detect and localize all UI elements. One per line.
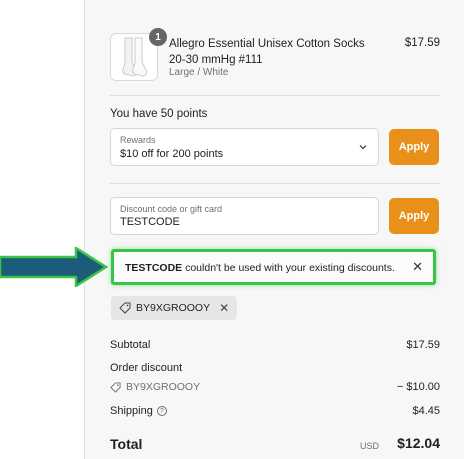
shipping-value: $4.45 [412,405,440,417]
discount-code-input[interactable] [120,216,360,228]
total-currency: USD [359,441,379,451]
subtotal-value: $17.59 [406,339,440,351]
shipping-label: Shipping [110,405,153,417]
applied-discount-chip: BY9XGROOOY ✕ [111,296,238,320]
order-discount-code: BY9XGROOOY [126,381,201,393]
tag-icon [119,302,131,314]
order-discount-code-row: BY9XGROOOY [110,381,200,393]
total-label: Total [110,436,143,452]
error-code: TESTCODE [125,262,183,274]
product-variant: Large / White [169,67,229,78]
rewards-select-value: $10 off for 200 points [120,148,224,160]
tag-icon [110,381,121,393]
discount-field-label: Discount code or gift card [120,204,223,214]
arrow-right-icon [0,247,108,287]
product-thumbnail: 1 [110,28,167,81]
divider [110,183,440,184]
remove-discount-icon[interactable]: ✕ [219,301,229,315]
discount-code-field[interactable]: Discount code or gift card [110,197,379,235]
discount-apply-button[interactable]: Apply [389,198,439,234]
rewards-select[interactable]: Rewards $10 off for 200 points [110,128,379,166]
product-price: $17.59 [404,37,440,49]
order-discount-value: − $10.00 [396,381,440,393]
error-text: couldn't be used with your existing disc… [182,262,395,274]
shipping-label-row: Shipping? [110,405,167,417]
rewards-select-label: Rewards [120,135,156,145]
total-value: $12.04 [397,435,440,451]
points-balance: You have 50 points [110,108,208,120]
quantity-badge: 1 [149,28,167,46]
subtotal-label: Subtotal [110,339,151,351]
info-icon[interactable]: ? [156,406,167,417]
close-icon[interactable]: ✕ [412,259,423,275]
discount-error-banner: TESTCODE couldn't be used with your exis… [111,249,436,285]
applied-discount-code: BY9XGROOOY [136,302,211,314]
error-message: TESTCODE couldn't be used with your exis… [125,262,395,274]
order-discount-label: Order discount [110,362,183,374]
rewards-apply-button[interactable]: Apply [389,129,439,165]
product-name: Allegro Essential Unisex Cotton Socks 20… [169,38,365,66]
chevron-down-icon [359,145,367,150]
divider [110,95,440,96]
